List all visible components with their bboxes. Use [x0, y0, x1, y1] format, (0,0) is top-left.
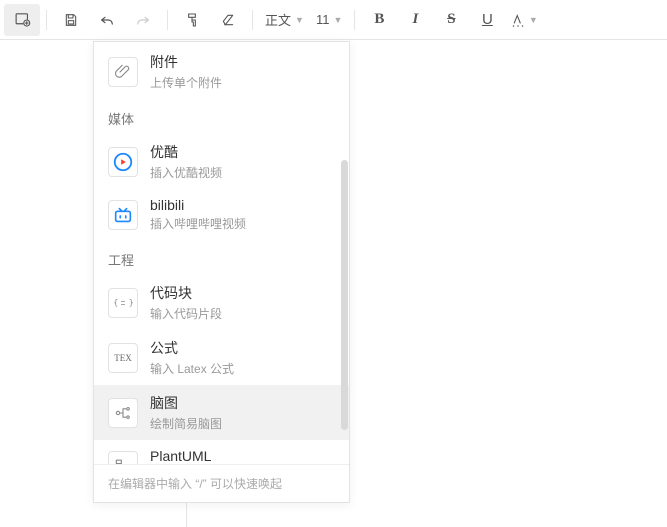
- menu-item-plantuml[interactable]: PlantUML 绘制 PlantUML 图: [94, 440, 349, 464]
- redo-button[interactable]: [125, 4, 161, 36]
- underline-label: U: [482, 11, 493, 28]
- strike-label: S: [447, 11, 455, 28]
- dropdown-footer-hint: 在编辑器中输入 “/” 可以快速唤起: [94, 464, 349, 502]
- toolbar-separator: [252, 10, 253, 30]
- toolbar-separator: [354, 10, 355, 30]
- menu-item-title: 公式: [150, 338, 234, 358]
- menu-item-title: 代码块: [150, 283, 222, 303]
- paragraph-style-label: 正文: [265, 10, 291, 29]
- underline-button[interactable]: U: [469, 4, 505, 36]
- menu-item-title: 优酷: [150, 142, 222, 162]
- menu-item-formula[interactable]: TEX 公式 输入 Latex 公式: [94, 330, 349, 385]
- bold-button[interactable]: B: [361, 4, 397, 36]
- menu-item-mindmap[interactable]: 脑图 绘制简易脑图: [94, 385, 349, 440]
- bilibili-icon: [108, 200, 138, 230]
- scrollbar-thumb[interactable]: [341, 160, 348, 430]
- menu-item-subtitle: 输入代码片段: [150, 305, 222, 322]
- menu-item-title: bilibili: [150, 197, 246, 213]
- menu-item-subtitle: 绘制简易脑图: [150, 415, 222, 432]
- menu-item-title: 脑图: [150, 393, 222, 413]
- dropdown-scroll-area[interactable]: 附件 上传单个附件 媒体 优酷 插入优酷视频: [94, 42, 349, 464]
- menu-item-attachment[interactable]: 附件 上传单个附件: [94, 44, 349, 99]
- insert-menu-dropdown: 附件 上传单个附件 媒体 优酷 插入优酷视频: [93, 41, 350, 503]
- italic-label: I: [412, 11, 418, 28]
- code-block-icon: { }: [108, 288, 138, 318]
- format-painter-button[interactable]: [174, 4, 210, 36]
- section-title-media: 媒体: [94, 99, 349, 134]
- youku-icon: [108, 147, 138, 177]
- chevron-down-icon: ▼: [529, 15, 538, 25]
- menu-item-title: 附件: [150, 52, 222, 72]
- undo-button[interactable]: [89, 4, 125, 36]
- font-size-dropdown[interactable]: 11 ▼: [310, 4, 348, 36]
- chevron-down-icon: ▼: [333, 15, 342, 25]
- toolbar-separator: [167, 10, 168, 30]
- plantuml-icon: [108, 451, 138, 465]
- menu-item-youku[interactable]: 优酷 插入优酷视频: [94, 134, 349, 189]
- section-title-engineering: 工程: [94, 240, 349, 275]
- bold-label: B: [374, 11, 384, 28]
- save-button[interactable]: [53, 4, 89, 36]
- strikethrough-button[interactable]: S: [433, 4, 469, 36]
- latex-icon: TEX: [108, 343, 138, 373]
- clear-format-button[interactable]: [210, 4, 246, 36]
- menu-item-subtitle: 上传单个附件: [150, 74, 222, 91]
- toolbar-separator: [46, 10, 47, 30]
- italic-button[interactable]: I: [397, 4, 433, 36]
- menu-item-subtitle: 插入哔哩哔哩视频: [150, 215, 246, 232]
- mindmap-icon: [108, 398, 138, 428]
- menu-item-code-block[interactable]: { } 代码块 输入代码片段: [94, 275, 349, 330]
- menu-item-subtitle: 插入优酷视频: [150, 164, 222, 181]
- font-size-value: 11: [316, 12, 330, 27]
- menu-item-bilibili[interactable]: bilibili 插入哔哩哔哩视频: [94, 189, 349, 240]
- menu-item-title: PlantUML: [150, 448, 245, 464]
- latex-icon-text: TEX: [114, 353, 132, 363]
- menu-item-subtitle: 输入 Latex 公式: [150, 360, 234, 377]
- emphasis-dots-button[interactable]: ▼: [505, 4, 541, 36]
- chevron-down-icon: ▼: [295, 15, 304, 25]
- paragraph-style-dropdown[interactable]: 正文 ▼: [259, 4, 310, 36]
- insert-menu-button[interactable]: [4, 4, 40, 36]
- attachment-icon: [108, 57, 138, 87]
- editor-toolbar: 正文 ▼ 11 ▼ B I S U ▼: [0, 0, 667, 40]
